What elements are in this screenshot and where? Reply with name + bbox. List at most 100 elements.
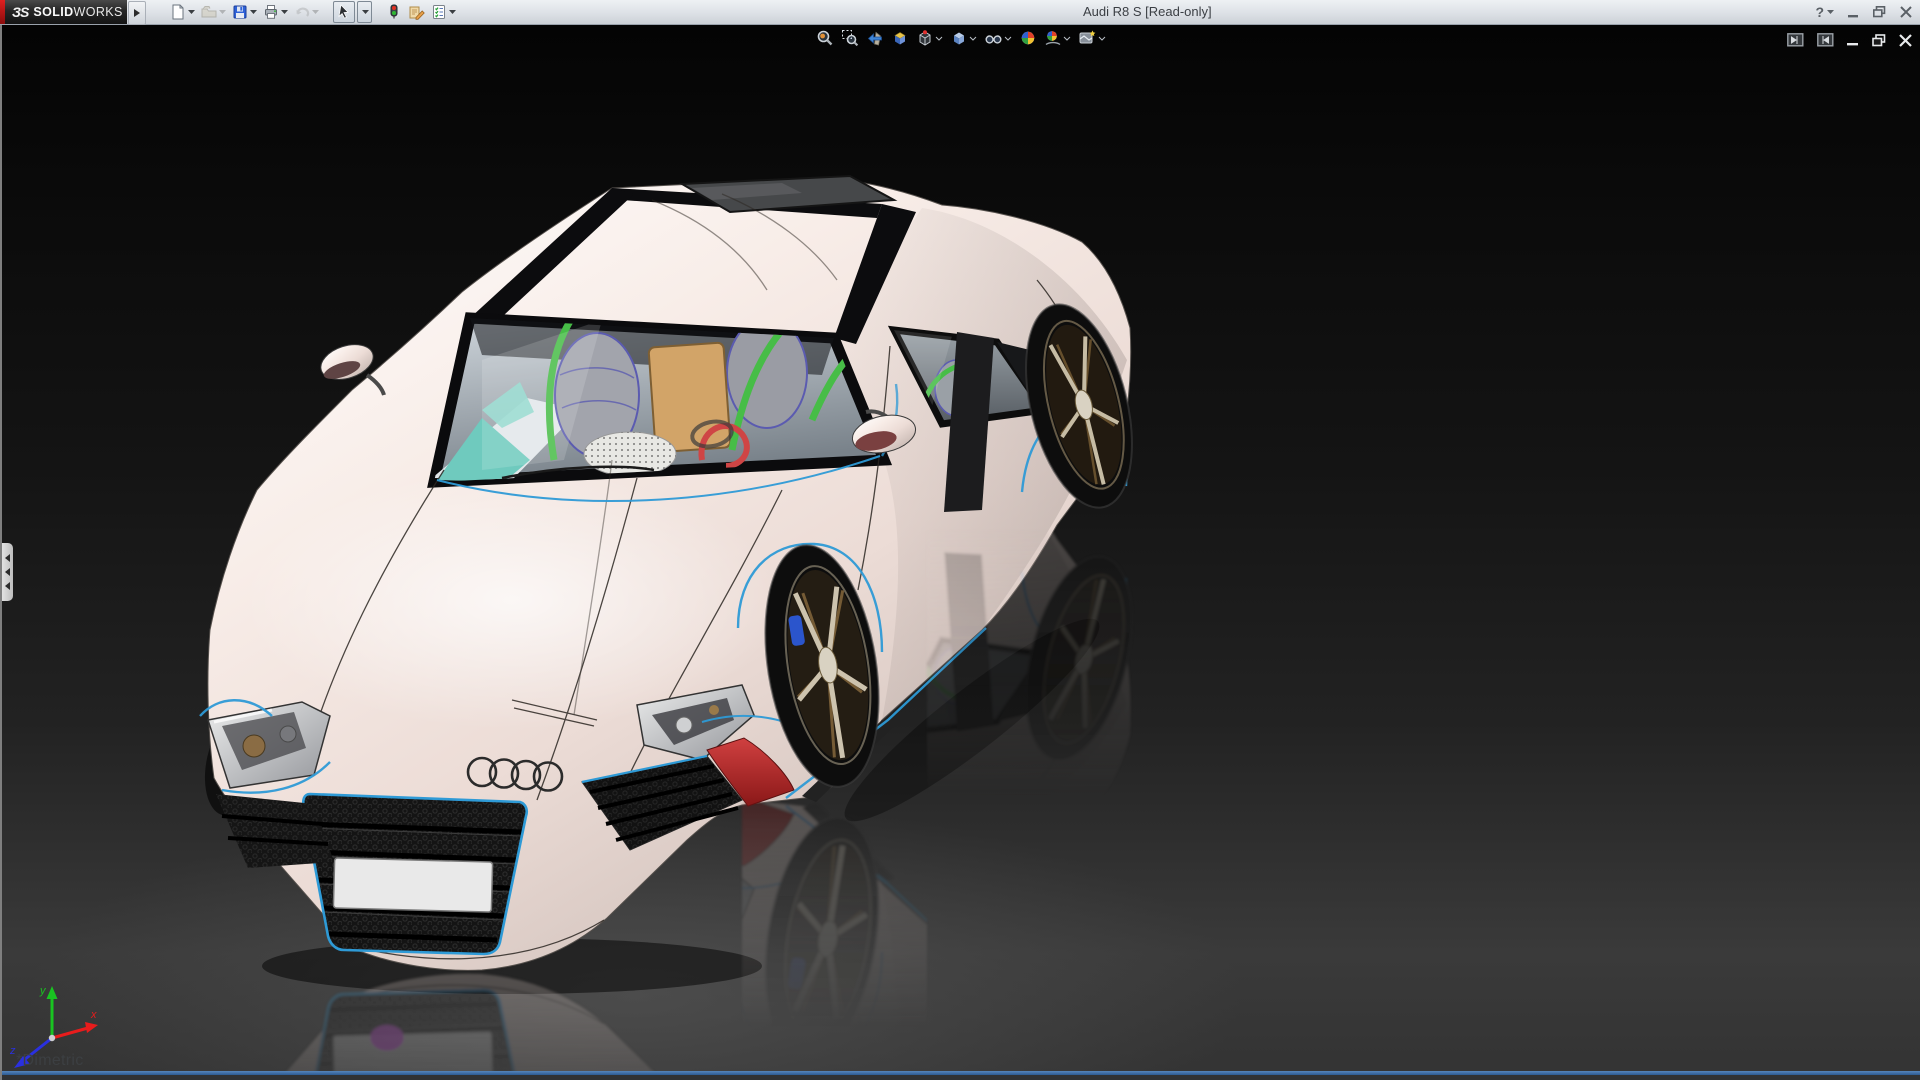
- doc-restore-button[interactable]: [1872, 33, 1886, 47]
- edit-appearance-viewport-button[interactable]: [1017, 28, 1039, 48]
- logo-text-works: WORKS: [73, 5, 123, 19]
- collapse-pane-icon: [1787, 33, 1804, 47]
- triad-origin: [48, 1034, 56, 1042]
- options-checklist-icon: [433, 5, 445, 19]
- doc-minimize-button[interactable]: [1847, 34, 1859, 46]
- new-document-icon: [172, 4, 184, 20]
- previous-view-icon: [867, 31, 882, 46]
- help-button[interactable]: ?: [1815, 4, 1834, 20]
- dropdown-icon: [362, 10, 369, 14]
- minimize-icon: [1848, 14, 1858, 17]
- window-title: Audi R8 S [Read-only]: [1083, 4, 1212, 19]
- document-window-controls: [1787, 33, 1912, 47]
- menu-flyout-tab[interactable]: [128, 1, 146, 25]
- collapse-arrow-icon: [5, 582, 10, 590]
- close-button[interactable]: [1900, 6, 1912, 18]
- restore-button[interactable]: [1873, 6, 1886, 18]
- car-model-region: [182, 160, 1142, 1080]
- dropdown-icon: [1063, 36, 1071, 41]
- z-axis-label: z: [9, 1045, 16, 1057]
- new-button[interactable]: [168, 1, 197, 23]
- section-view-icon: [894, 32, 906, 45]
- collapse-arrow-icon: [5, 568, 10, 576]
- view-orientation-icon: [919, 30, 931, 46]
- save-icon: [233, 5, 247, 19]
- print-button[interactable]: [261, 1, 290, 23]
- featuremanager-collapse-tab[interactable]: [2, 543, 13, 601]
- flyout-arrow-icon: [134, 9, 140, 17]
- view-settings-icon: [1079, 30, 1096, 44]
- minimize-button[interactable]: [1848, 7, 1859, 18]
- heads-up-view-toolbar: [814, 27, 1108, 49]
- collapse-arrow-icon: [5, 554, 10, 562]
- zoom-to-fit-button[interactable]: [814, 28, 836, 48]
- restore-icon: [1873, 6, 1886, 18]
- select-cursor-icon: [338, 4, 349, 19]
- undo-icon: [296, 7, 310, 17]
- expand-display-pane-button[interactable]: [1817, 33, 1834, 47]
- select-dropdown-button[interactable]: [357, 1, 372, 23]
- restore-icon: [1872, 33, 1886, 46]
- zoom-to-area-button[interactable]: [839, 28, 861, 48]
- dropdown-icon: [969, 36, 977, 41]
- dropdown-icon: [312, 10, 319, 14]
- close-icon: [1899, 33, 1912, 47]
- logo-text-solid: SOLID: [33, 5, 74, 19]
- dropdown-icon: [1004, 36, 1012, 41]
- ds-3s-logo-icon: ЗS: [12, 4, 29, 20]
- dropdown-icon: [1827, 10, 1834, 14]
- undo-button[interactable]: [292, 1, 321, 23]
- edit-appearance-button[interactable]: [406, 1, 427, 23]
- display-style-button[interactable]: [948, 28, 979, 48]
- car-model: [182, 160, 1142, 1080]
- save-button[interactable]: [230, 1, 259, 23]
- display-style-icon: [954, 32, 964, 45]
- section-view-button[interactable]: [889, 28, 911, 48]
- y-axis-arrowhead: [46, 986, 58, 999]
- previous-view-button[interactable]: [864, 28, 886, 48]
- select-button[interactable]: [333, 1, 355, 23]
- traffic-light-button[interactable]: [384, 1, 404, 23]
- statusbar-sliver: [2, 1075, 1920, 1080]
- front-grille: [301, 792, 529, 956]
- dropdown-icon: [935, 36, 943, 41]
- dropdown-icon: [281, 10, 288, 14]
- collapse-display-pane-button[interactable]: [1787, 33, 1804, 47]
- titlebar-controls: ?: [1815, 0, 1912, 24]
- view-settings-button[interactable]: [1076, 28, 1108, 48]
- hide-show-items-button[interactable]: [982, 28, 1014, 48]
- appearance-ball-icon: [1021, 31, 1035, 45]
- traffic-light-icon: [390, 4, 398, 19]
- apply-scene-button[interactable]: [1042, 28, 1073, 48]
- logo-red-stripe: [0, 0, 5, 24]
- minimize-icon: [1847, 43, 1858, 46]
- titlebar: ЗS SOLID WORKS Audi R8 S [Read-only] ?: [0, 0, 1920, 25]
- main-toolbar: [168, 0, 458, 24]
- dropdown-icon: [219, 10, 226, 14]
- expand-pane-icon: [1817, 33, 1834, 47]
- y-axis-label: y: [39, 985, 47, 997]
- zoom-to-fit-icon: [817, 30, 833, 46]
- help-icon: ?: [1815, 4, 1824, 20]
- close-icon: [1900, 6, 1912, 18]
- doc-close-button[interactable]: [1899, 33, 1912, 47]
- print-icon: [265, 5, 277, 19]
- solidworks-logo[interactable]: ЗS SOLID WORKS: [0, 0, 127, 24]
- view-orientation-label: *Dimetric: [16, 1052, 84, 1069]
- graphics-viewport[interactable]: y x z *Dimetric: [0, 24, 1920, 1080]
- apply-scene-icon: [1045, 31, 1061, 46]
- options-button[interactable]: [429, 1, 458, 23]
- magenta-reflection-blob: [370, 1025, 404, 1051]
- dropdown-icon: [1098, 36, 1106, 41]
- glasses-icon: [985, 35, 1002, 44]
- open-button[interactable]: [199, 1, 228, 23]
- edit-appearance-icon: [409, 6, 425, 20]
- dropdown-icon: [188, 10, 195, 14]
- open-folder-icon: [201, 6, 217, 18]
- x-axis-label: x: [90, 1009, 97, 1021]
- view-orientation-button[interactable]: [914, 28, 945, 48]
- zoom-to-area-icon: [842, 30, 859, 47]
- x-axis-arrowhead: [85, 1022, 98, 1033]
- license-plate: [332, 857, 494, 913]
- dropdown-icon: [449, 10, 456, 14]
